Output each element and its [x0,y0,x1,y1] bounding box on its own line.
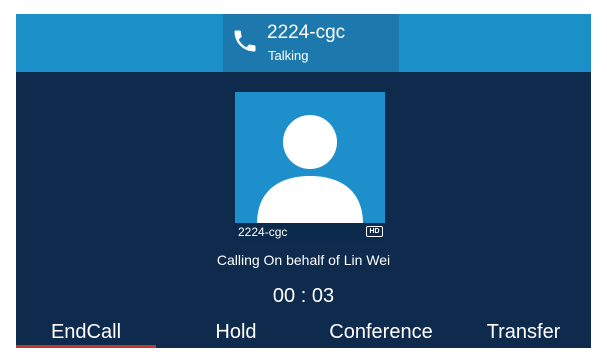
contact-avatar-card: 2224-cgc HD [235,92,385,242]
hold-button[interactable]: Hold [166,318,306,348]
hd-badge: HD [366,226,383,237]
top-status-bar: 2224-cgc Talking [16,14,591,72]
conference-button[interactable]: Conference [308,318,454,348]
phone-screen: 2224-cgc Talking 2224-cgc HD Calling On … [16,14,591,348]
softkey-bar: EndCall Hold Conference Transfer [16,316,591,348]
avatar-name: 2224-cgc [238,225,288,239]
call-title-box: 2224-cgc Talking [223,14,399,72]
contact-name: 2224-cgc [267,22,346,43]
avatar-icon [257,115,363,224]
call-status: Talking [268,48,309,63]
call-timer: 00 : 03 [272,285,335,307]
calling-on-behalf-text: Calling On behalf of Lin Wei [216,252,391,268]
avatar-label-bar: 2224-cgc HD [235,223,385,242]
transfer-button[interactable]: Transfer [456,318,591,348]
phone-icon [234,30,256,52]
endcall-button[interactable]: EndCall [16,318,156,348]
